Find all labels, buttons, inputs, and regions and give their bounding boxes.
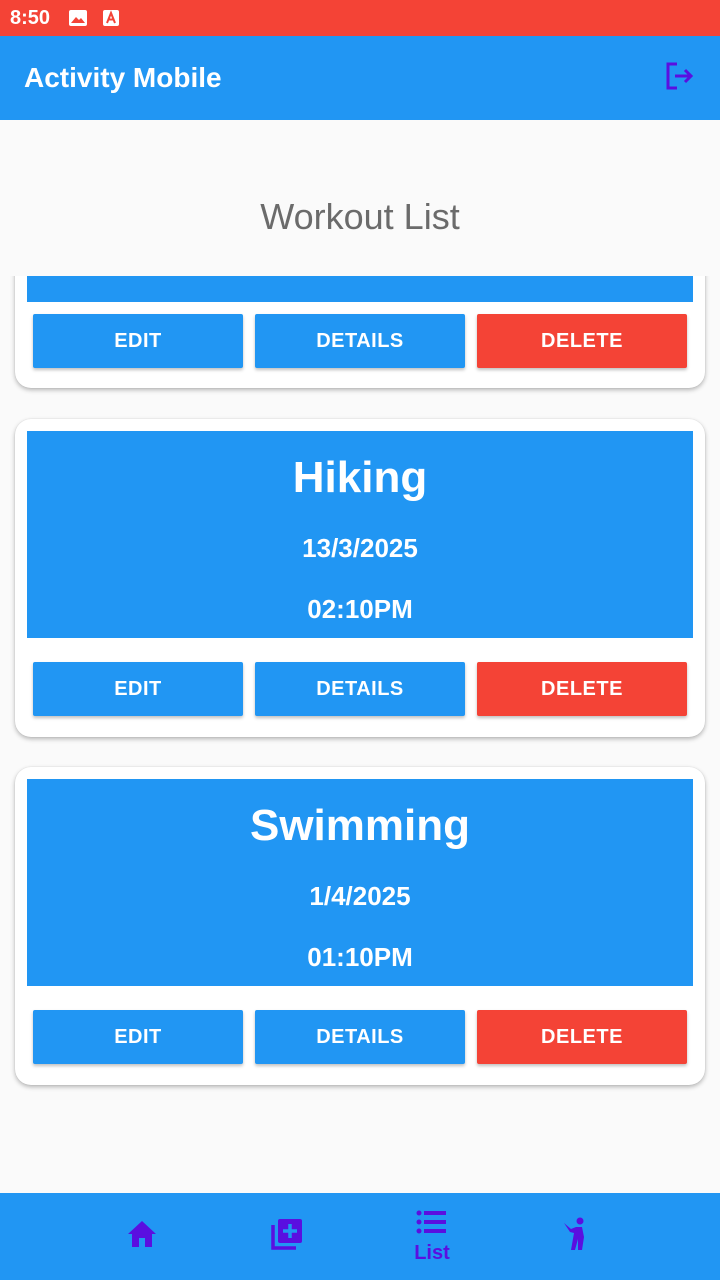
details-button[interactable]: DETAILS bbox=[255, 314, 465, 368]
workout-card: Swimming 1/4/2025 01:10PM EDIT DETAILS D… bbox=[15, 767, 705, 1085]
details-button[interactable]: DETAILS bbox=[255, 1010, 465, 1064]
app-bar: Activity Mobile bbox=[0, 36, 720, 120]
workout-title: Swimming bbox=[249, 801, 471, 850]
status-time: 8:50 bbox=[10, 6, 51, 29]
person-activity-icon bbox=[562, 1217, 592, 1256]
card-actions: EDIT DETAILS DELETE bbox=[33, 662, 687, 716]
details-button[interactable]: DETAILS bbox=[255, 662, 465, 716]
workout-title: Hiking bbox=[292, 453, 428, 502]
nav-list[interactable]: List bbox=[372, 1193, 492, 1280]
text-a-icon bbox=[102, 9, 122, 27]
workout-card: Hiking 13/3/2025 02:10PM EDIT DETAILS DE… bbox=[15, 419, 705, 737]
workout-card: EDIT DETAILS DELETE bbox=[15, 276, 705, 388]
workout-banner[interactable]: Hiking 13/3/2025 02:10PM bbox=[27, 431, 693, 638]
delete-button[interactable]: DELETE bbox=[477, 314, 687, 368]
workout-banner[interactable]: Swimming 1/4/2025 01:10PM bbox=[27, 779, 693, 986]
image-icon bbox=[68, 9, 88, 27]
workout-date: 1/4/2025 bbox=[309, 881, 411, 911]
logout-icon bbox=[664, 60, 696, 97]
workout-list[interactable]: EDIT DETAILS DELETE Hiking 13/3/2025 02:… bbox=[0, 276, 720, 1192]
bottom-nav: List bbox=[0, 1193, 720, 1280]
edit-button[interactable]: EDIT bbox=[33, 314, 243, 368]
card-actions: EDIT DETAILS DELETE bbox=[33, 1010, 687, 1064]
delete-button[interactable]: DELETE bbox=[477, 1010, 687, 1064]
workout-banner[interactable] bbox=[27, 276, 693, 302]
nav-home[interactable] bbox=[82, 1193, 202, 1280]
page-title: Workout List bbox=[260, 196, 460, 237]
app-title: Activity Mobile bbox=[24, 62, 222, 93]
delete-button[interactable]: DELETE bbox=[477, 662, 687, 716]
status-bar: 8:50 bbox=[0, 0, 720, 36]
edit-button[interactable]: EDIT bbox=[33, 662, 243, 716]
nav-add[interactable] bbox=[227, 1193, 347, 1280]
list-icon bbox=[416, 1209, 448, 1240]
card-actions: EDIT DETAILS DELETE bbox=[33, 314, 687, 368]
add-library-icon bbox=[270, 1217, 304, 1256]
workout-date: 13/3/2025 bbox=[302, 533, 418, 563]
edit-button[interactable]: EDIT bbox=[33, 1010, 243, 1064]
logout-button[interactable] bbox=[660, 58, 700, 98]
workout-time: 02:10PM bbox=[307, 594, 413, 624]
workout-time: 01:10PM bbox=[307, 942, 413, 972]
home-icon bbox=[126, 1219, 158, 1254]
nav-activity[interactable] bbox=[517, 1193, 637, 1280]
nav-list-label: List bbox=[414, 1241, 450, 1264]
